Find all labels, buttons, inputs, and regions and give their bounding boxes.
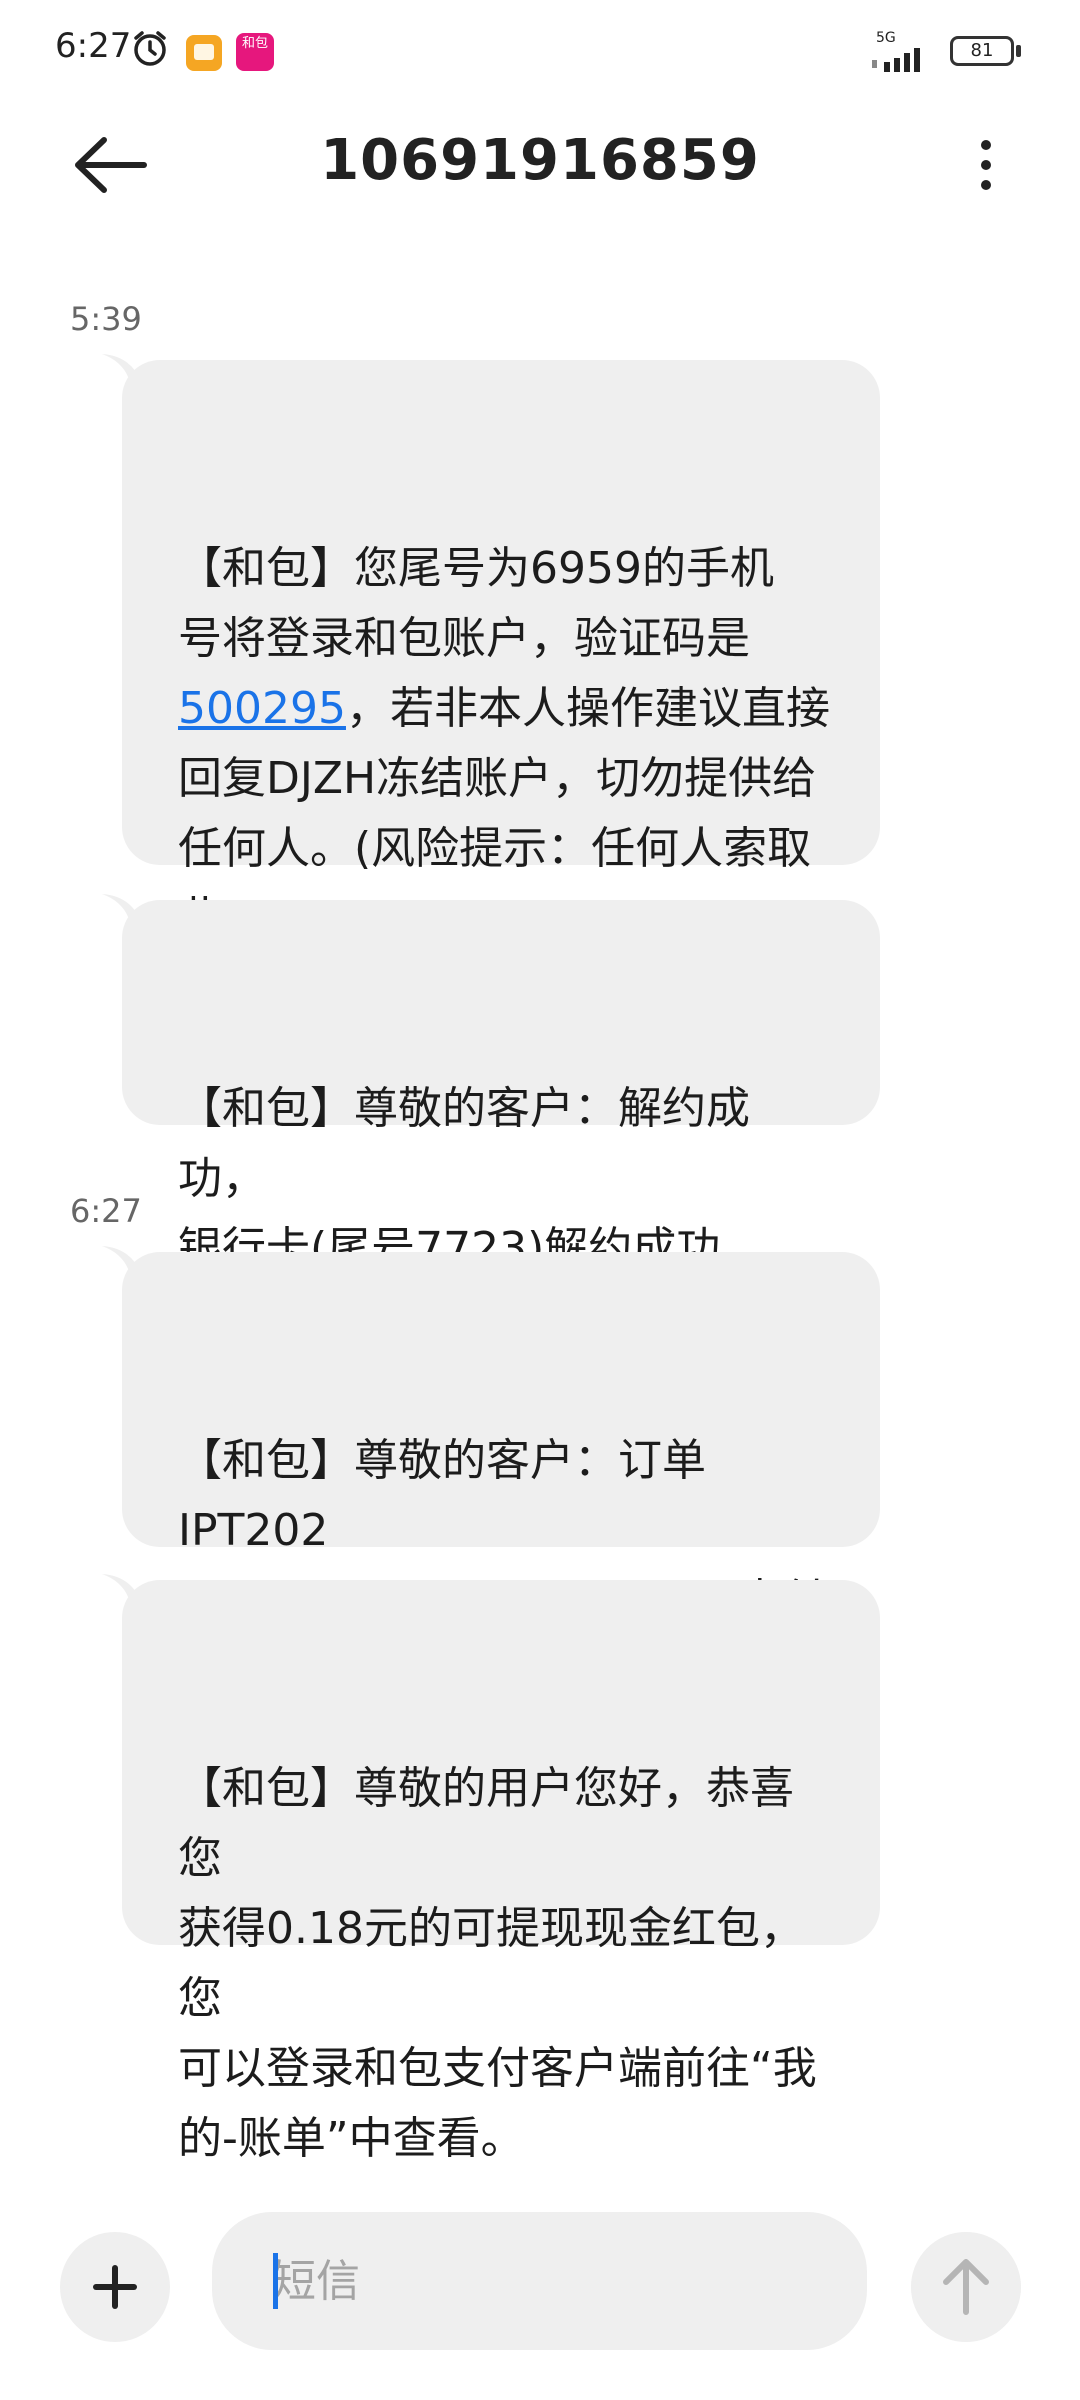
contact-title: 10691916859 xyxy=(320,128,760,193)
hebao-app-icon: 和包 xyxy=(236,33,274,71)
sms-input[interactable] xyxy=(212,2212,867,2350)
status-time: 6:27 xyxy=(55,26,132,66)
message-bubble[interactable]: 【和包】您尾号为6959的手机 号将登录和包账户，验证码是 500295，若非本… xyxy=(102,354,880,1014)
conversation-header: 10691916859 xyxy=(0,100,1080,230)
battery-level: 81 xyxy=(970,40,994,61)
hebao-app-label: 和包 xyxy=(241,36,268,51)
bubble-tail xyxy=(102,1246,162,1286)
message-bubble[interactable]: 【和包】尊敬的客户：解约成功， 银行卡(尾号7723)解约成功。 xyxy=(102,894,880,1274)
battery-tip xyxy=(1016,45,1021,57)
alarm-icon xyxy=(134,31,166,66)
signal-icon xyxy=(872,48,920,72)
message-bubble[interactable]: 【和包】尊敬的用户您好，恭喜您 获得0.18元的可提现现金红包，您 可以登录和包… xyxy=(102,1574,880,2164)
message-text: 【和包】尊敬的用户您好，恭喜您 获得0.18元的可提现现金红包，您 可以登录和包… xyxy=(178,1763,817,2164)
plus-icon[interactable] xyxy=(60,2232,170,2342)
timestamp: 5:39 xyxy=(70,300,142,338)
verification-code-link[interactable]: 500295 xyxy=(178,683,346,734)
message-bubble[interactable]: 【和包】尊敬的客户：订单IPT202 11218000000000139094支… xyxy=(102,1246,880,1696)
message-text: 【和包】尊敬的客户：解约成功， 银行卡(尾号7723)解约成功。 xyxy=(178,1083,765,1274)
bubble-tail xyxy=(102,354,162,394)
arrow-up-icon[interactable] xyxy=(911,2232,1021,2342)
bubble-tail xyxy=(102,1574,162,1614)
more-vertical-icon[interactable] xyxy=(965,130,1005,200)
status-bar: 6:27 和包 5G 81 xyxy=(0,0,1080,100)
timestamp: 6:27 xyxy=(70,1192,142,1230)
notes-app-icon xyxy=(186,35,222,71)
text-cursor xyxy=(273,2253,278,2309)
message-text: 【和包】您尾号为6959的手机 号将登录和包账户，验证码是 xyxy=(178,543,774,664)
battery-icon: 81 xyxy=(950,36,1014,66)
bubble-tail xyxy=(102,894,162,934)
